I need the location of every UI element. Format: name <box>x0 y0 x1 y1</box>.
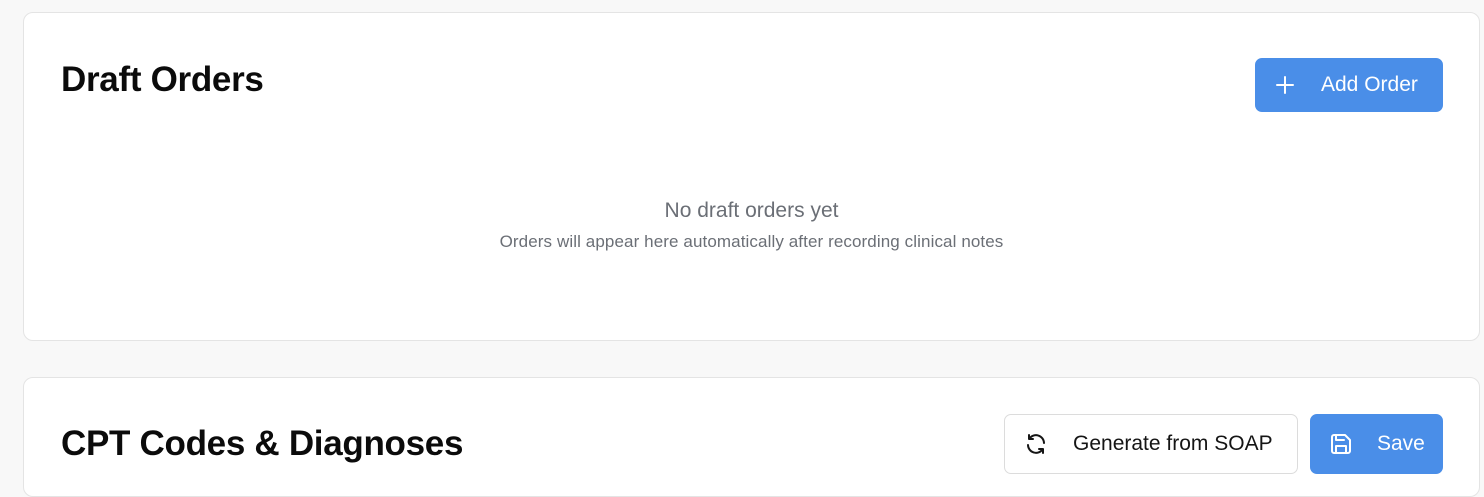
plus-icon <box>1273 73 1297 97</box>
generate-from-soap-button[interactable]: Generate from SOAP <box>1004 414 1298 474</box>
save-button[interactable]: Save <box>1310 414 1443 474</box>
empty-state-subtitle: Orders will appear here automatically af… <box>499 232 1004 251</box>
save-label: Save <box>1377 432 1425 455</box>
add-order-button[interactable]: Add Order <box>1255 58 1443 112</box>
save-icon <box>1329 432 1353 456</box>
refresh-icon <box>1024 432 1048 456</box>
empty-state-title: No draft orders yet <box>664 199 839 222</box>
empty-state: No draft orders yet Orders will appear h… <box>24 197 1479 254</box>
draft-orders-card: Draft Orders Add Order No draft orders y… <box>23 12 1480 341</box>
cpt-codes-card: CPT Codes & Diagnoses Generate from SOAP… <box>23 377 1480 497</box>
draft-orders-title: Draft Orders <box>61 60 264 99</box>
add-order-label: Add Order <box>1321 73 1418 96</box>
cpt-codes-title: CPT Codes & Diagnoses <box>61 424 464 463</box>
generate-from-soap-label: Generate from SOAP <box>1073 432 1273 455</box>
